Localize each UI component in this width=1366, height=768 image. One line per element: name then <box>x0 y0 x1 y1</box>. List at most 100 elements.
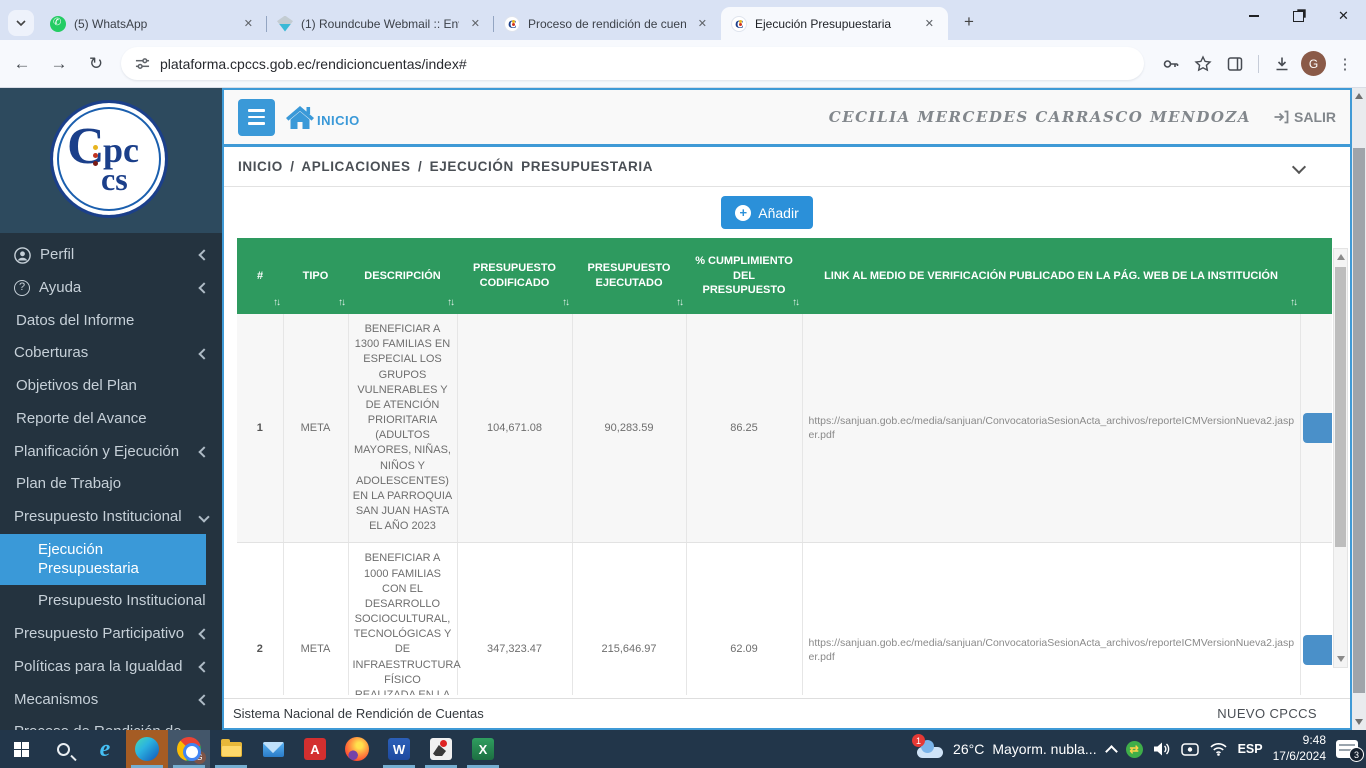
new-tab-button[interactable]: + <box>956 9 982 35</box>
java-icon <box>430 738 452 760</box>
column-header-label: TIPO <box>303 270 329 282</box>
taskbar-word[interactable]: W <box>378 730 420 768</box>
sort-icon[interactable]: ↑↓ <box>338 296 344 310</box>
taskbar-chrome[interactable]: G <box>168 730 210 768</box>
collapse-chevron-icon[interactable] <box>1292 159 1306 173</box>
tab-close-icon[interactable]: ✕ <box>240 15 257 32</box>
column-header[interactable]: LINK AL MEDIO DE VERIFICACIÓN PUBLICADO … <box>802 238 1300 314</box>
forward-button[interactable]: → <box>44 49 74 79</box>
taskbar-mail[interactable] <box>252 730 294 768</box>
taskbar-search[interactable] <box>42 730 84 768</box>
taskbar-edge[interactable] <box>126 730 168 768</box>
address-bar[interactable]: plataforma.cpccs.gob.ec/rendicioncuentas… <box>121 47 1144 80</box>
password-key-icon[interactable] <box>1158 51 1184 77</box>
tab-close-icon[interactable]: ✕ <box>467 15 484 32</box>
weather-widget[interactable]: 1 26°C Mayorm. nubla... <box>915 740 1097 758</box>
browser-menu-icon[interactable]: ⋮ <box>1332 51 1358 77</box>
scroll-down-arrow[interactable] <box>1337 656 1345 662</box>
tab-close-icon[interactable]: ✕ <box>921 15 938 32</box>
download-icon[interactable] <box>1269 51 1295 77</box>
tab-close-icon[interactable]: ✕ <box>694 15 711 32</box>
sidebar-item-mecanismos[interactable]: Mecanismos <box>0 684 222 717</box>
browser-tab[interactable]: (1) Roundcube Webmail :: Envia✕ <box>267 7 494 40</box>
cpccs-favicon <box>504 16 520 32</box>
chrome-icon: G <box>177 737 201 761</box>
page: C pc cs Perfil?AyudaDatos del InformeCob… <box>0 88 1352 730</box>
sort-icon[interactable]: ↑↓ <box>273 296 279 310</box>
sidebar-item-planificacion-y-ejecucion[interactable]: Planificación y Ejecución <box>0 436 222 469</box>
column-header[interactable]: PRESUPUESTO CODIFICADO↑↓ <box>457 238 572 314</box>
taskbar-explorer[interactable] <box>210 730 252 768</box>
logout-button[interactable]: SALIR <box>1273 109 1336 125</box>
browser-tab[interactable]: (5) WhatsApp✕ <box>40 7 267 40</box>
bookmark-star-icon[interactable] <box>1190 51 1216 77</box>
restore-button[interactable] <box>1276 0 1321 32</box>
close-window-button[interactable]: ✕ <box>1321 0 1366 32</box>
sort-icon[interactable]: ↑↓ <box>676 296 682 310</box>
sidebar-item-politicas-para-la-igualdad[interactable]: Políticas para la Igualdad <box>0 651 222 684</box>
browser-scrollbar[interactable] <box>1352 88 1366 730</box>
toolbar-actions: G ⋮ <box>1158 51 1358 77</box>
sidebar-item-presupuesto-institucional[interactable]: Presupuesto Institucional <box>0 501 222 534</box>
sidebar-item-presupuesto-participativo[interactable]: Presupuesto Participativo <box>0 618 222 651</box>
browser-scrollbar-thumb[interactable] <box>1353 148 1365 693</box>
tab-search-button[interactable] <box>8 10 34 36</box>
cpccs-favicon <box>731 16 747 32</box>
taskbar-java[interactable] <box>420 730 462 768</box>
clock[interactable]: 9:48 17/6/2024 <box>1273 733 1326 764</box>
row-action-button[interactable] <box>1303 635 1333 665</box>
sidebar-item-datos-del-informe[interactable]: Datos del Informe <box>0 305 222 338</box>
reload-button[interactable]: ↻ <box>81 49 111 79</box>
notification-center-icon[interactable]: 3 <box>1336 740 1358 758</box>
row-action-button[interactable] <box>1303 413 1333 443</box>
cell-num: 2 <box>237 543 283 695</box>
tray-expand-icon[interactable] <box>1105 745 1118 758</box>
back-button[interactable]: ← <box>7 49 37 79</box>
profile-avatar[interactable]: G <box>1301 51 1326 76</box>
sort-icon[interactable]: ↑↓ <box>1290 296 1296 310</box>
sidebar-item-plan-de-trabajo[interactable]: Plan de Trabajo <box>0 468 222 501</box>
sidebar-item-proceso-de-rendicion-de-cuentas[interactable]: Proceso de Rendición de Cuentas <box>0 716 222 730</box>
scroll-up-arrow[interactable] <box>1337 254 1345 260</box>
taskbar-excel[interactable]: X <box>462 730 504 768</box>
browser-tab[interactable]: Proceso de rendición de cuenta✕ <box>494 7 721 40</box>
column-header[interactable]: % CUMPLIMIENTO DEL PRESUPUESTO↑↓ <box>686 238 802 314</box>
column-header[interactable]: #↑↓ <box>237 238 283 314</box>
column-header[interactable]: PRESUPUESTO EJECUTADO↑↓ <box>572 238 686 314</box>
ie-icon: e <box>100 737 111 761</box>
column-header[interactable]: DESCRIPCIÓN↑↓ <box>348 238 457 314</box>
side-panel-icon[interactable] <box>1222 51 1248 77</box>
minimize-button[interactable] <box>1231 0 1276 32</box>
taskbar-firefox[interactable] <box>336 730 378 768</box>
add-button[interactable]: + Añadir <box>721 196 812 229</box>
sidebar-item-presupuesto-institucional[interactable]: Presupuesto Institucional <box>0 585 222 618</box>
sidebar-item-reporte-del-avance[interactable]: Reporte del Avance <box>0 403 222 436</box>
keyboard-language[interactable]: ESP <box>1238 742 1263 756</box>
hamburger-menu-button[interactable] <box>238 99 275 136</box>
browser-scroll-up-arrow[interactable] <box>1355 93 1363 99</box>
taskbar-ie[interactable]: e <box>84 730 126 768</box>
sidebar-item-ejecucion-presupuestaria[interactable]: Ejecución Presupuestaria <box>0 534 206 586</box>
chevron-left-icon <box>198 629 209 640</box>
sidebar-item-ayuda[interactable]: ?Ayuda <box>0 272 222 305</box>
sidebar-item-coberturas[interactable]: Coberturas <box>0 337 222 370</box>
sort-icon[interactable]: ↑↓ <box>792 296 798 310</box>
taskbar-acrobat[interactable]: A <box>294 730 336 768</box>
wifi-icon[interactable] <box>1209 742 1228 756</box>
weather-condition: Mayorm. nubla... <box>992 741 1096 757</box>
sort-icon[interactable]: ↑↓ <box>562 296 568 310</box>
sidebar-item-perfil[interactable]: Perfil <box>0 239 222 272</box>
taskbar-start[interactable] <box>0 730 42 768</box>
meet-now-icon[interactable] <box>1181 742 1199 757</box>
home-link[interactable]: INICIO <box>285 104 360 131</box>
column-header[interactable]: TIPO ↑↓ <box>283 238 348 314</box>
volume-icon[interactable] <box>1153 741 1171 757</box>
browser-tab-active[interactable]: Ejecución Presupuestaria✕ <box>721 7 948 40</box>
sidebar-item-objetivos-del-plan[interactable]: Objetivos del Plan <box>0 370 222 403</box>
content-scrollbar[interactable] <box>1333 248 1348 668</box>
browser-scroll-down-arrow[interactable] <box>1355 719 1363 725</box>
cell-tipo: META <box>283 314 348 543</box>
antivirus-icon[interactable]: ⇄ <box>1126 741 1143 758</box>
sort-icon[interactable]: ↑↓ <box>447 296 453 310</box>
scrollbar-thumb[interactable] <box>1335 267 1346 547</box>
